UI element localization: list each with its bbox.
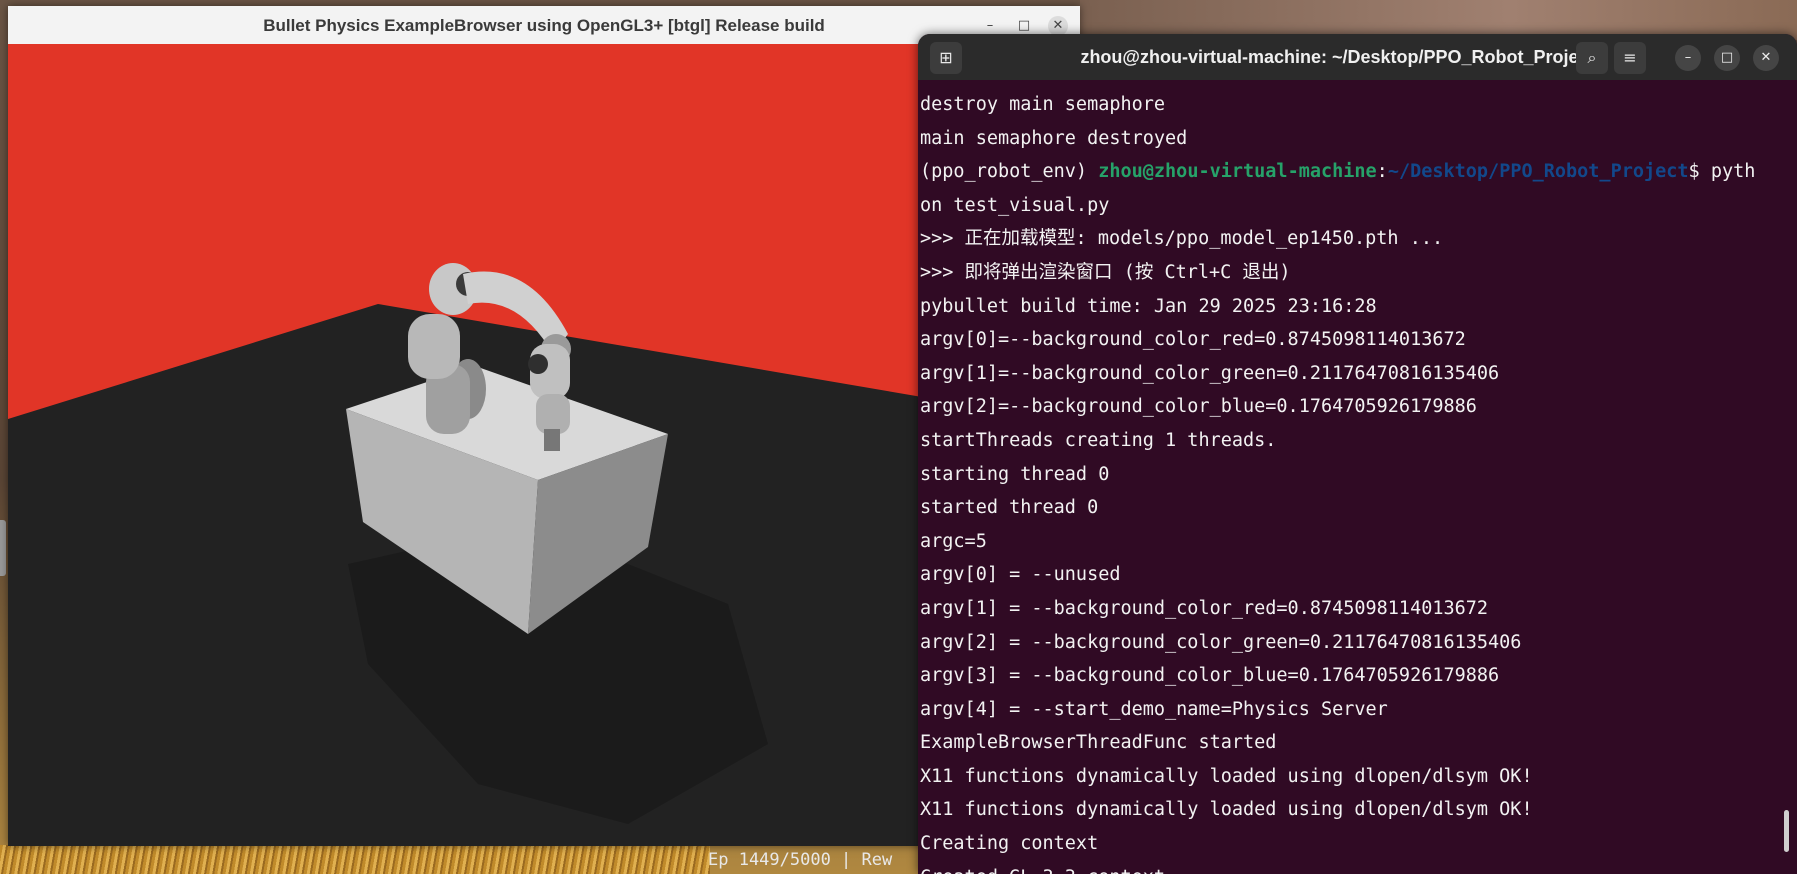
- terminal-maximize-button[interactable]: □: [1714, 45, 1740, 71]
- terminal-headerbar[interactable]: ⊞ zhou@zhou-virtual-machine: ~/Desktop/P…: [918, 34, 1797, 80]
- output-line: Creating context: [920, 833, 1099, 855]
- prompt-user: zhou@zhou-virtual-machine: [1098, 161, 1377, 183]
- terminal-window[interactable]: ⊞ zhou@zhou-virtual-machine: ~/Desktop/P…: [918, 34, 1797, 874]
- output-line: main semaphore destroyed: [920, 127, 1188, 149]
- output-line: Created GL 3.3 context: [920, 861, 1780, 874]
- output-line: argv[2]=--background_color_blue=0.176470…: [920, 396, 1477, 418]
- dock-edge-handle[interactable]: [0, 520, 6, 576]
- prompt-env: (ppo_robot_env): [920, 161, 1099, 183]
- output-line: argv[1] = --background_color_red=0.87450…: [920, 597, 1489, 619]
- output-line: argv[3] = --background_color_blue=0.1764…: [920, 665, 1500, 687]
- prompt-line: (ppo_robot_env) zhou@zhou-virtual-machin…: [920, 155, 1780, 189]
- output-line: startThreads creating 1 threads.: [920, 429, 1277, 451]
- output-line: argv[2] = --background_color_green=0.211…: [920, 631, 1522, 653]
- maximize-button[interactable]: □: [1014, 16, 1034, 36]
- terminal-scrollbar[interactable]: [1784, 810, 1789, 852]
- close-button[interactable]: ✕: [1048, 16, 1068, 36]
- terminal-output[interactable]: destroy main semaphore main semaphore de…: [920, 88, 1780, 874]
- output-line: argv[4] = --start_demo_name=Physics Serv…: [920, 698, 1388, 720]
- output-line: >>> 即将弹出渲染窗口 (按 Ctrl+C 退出): [920, 261, 1291, 283]
- search-button[interactable]: ⌕: [1576, 42, 1608, 74]
- output-line: ExampleBrowserThreadFunc started: [920, 732, 1277, 754]
- output-line: started thread 0: [920, 497, 1099, 519]
- menu-button[interactable]: ≡: [1614, 42, 1646, 74]
- wallpaper-field: [0, 845, 710, 874]
- output-line: argc=5: [920, 530, 987, 552]
- output-line: X11 functions dynamically loaded using d…: [920, 799, 1533, 821]
- output-line: destroy main semaphore: [920, 94, 1166, 115]
- prompt-colon: :: [1376, 161, 1388, 183]
- output-line: on test_visual.py: [920, 194, 1110, 216]
- output-line: pybullet build time: Jan 29 2025 23:16:2…: [920, 295, 1377, 317]
- prompt-command: $ pyth: [1688, 161, 1756, 183]
- output-line: argv[1]=--background_color_green=0.21176…: [920, 362, 1500, 384]
- training-status: Ep 1449/5000 | Rew: [708, 850, 893, 870]
- minimize-button[interactable]: –: [980, 16, 1000, 36]
- terminal-close-button[interactable]: ✕: [1753, 45, 1779, 71]
- output-line: X11 functions dynamically loaded using d…: [920, 765, 1533, 787]
- output-line: argv[0]=--background_color_red=0.8745098…: [920, 329, 1466, 351]
- terminal-title: zhou@zhou-virtual-machine: ~/Desktop/PPO…: [1080, 47, 1595, 67]
- bullet-window-title: Bullet Physics ExampleBrowser using Open…: [263, 16, 825, 35]
- output-line: starting thread 0: [920, 463, 1110, 485]
- output-line: argv[0] = --unused: [920, 564, 1121, 586]
- terminal-minimize-button[interactable]: –: [1675, 45, 1701, 71]
- prompt-path: ~/Desktop/PPO_Robot_Project: [1387, 161, 1689, 183]
- output-line: >>> 正在加载模型: models/ppo_model_ep1450.pth …: [920, 228, 1444, 250]
